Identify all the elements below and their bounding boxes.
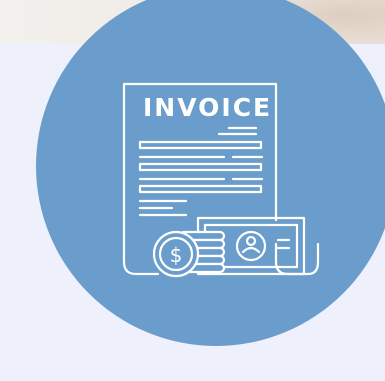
dollar-coin-icon: $ [152,230,200,278]
dollar-symbol: $ [170,243,183,267]
invoice-heading: INVOICE [143,93,272,122]
invoice-document-icon: INVOICE $ [122,82,320,278]
document-text-lines [138,140,264,217]
